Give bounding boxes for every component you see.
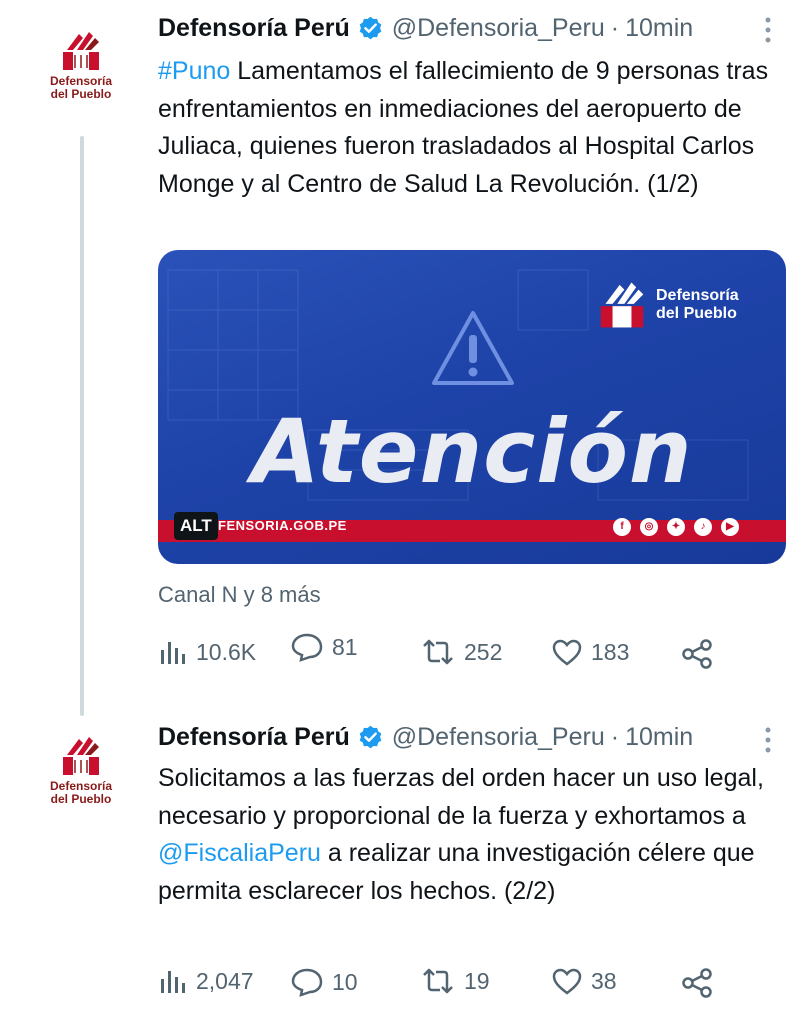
hashtag-link[interactable]: #Puno [158, 57, 230, 85]
tweet-text-part-1: Solicitamos a las fuerzas del orden hace… [158, 764, 764, 830]
heart-icon [552, 639, 582, 666]
tweet-header: Defensoría Perú @Defensoria_Peru · 10min [158, 14, 693, 43]
tweet-1[interactable]: Defensoría del Pueblo Defensoría Perú @D… [0, 0, 811, 716]
tweet-2[interactable]: Defensoría del Pueblo Defensoría Perú @D… [0, 705, 811, 1024]
twitter-icon: ✦ [667, 518, 685, 536]
reply-icon [291, 633, 323, 662]
share-icon [682, 968, 712, 998]
tweet-actions: 2,047 10 19 38 [158, 967, 718, 1007]
avatar-label: Defensoría del Pueblo [49, 74, 113, 101]
facebook-icon: f [613, 518, 631, 536]
views-icon [161, 971, 185, 993]
author-handle[interactable]: @Defensoria_Peru [392, 723, 605, 752]
more-options-icon[interactable] [762, 15, 774, 45]
retweet-button[interactable]: 252 [420, 638, 502, 666]
retweet-icon [423, 639, 453, 665]
tiktok-icon: ♪ [694, 518, 712, 536]
views-stat[interactable]: 2,047 [158, 967, 254, 995]
author-avatar[interactable]: Defensoría del Pueblo [40, 735, 122, 825]
tweet-text: Solicitamos a las fuerzas del orden hace… [158, 760, 798, 910]
image-logo-line-1: Defensoría [656, 287, 739, 304]
heart-icon [552, 968, 582, 995]
defensoria-logo-icon [63, 737, 99, 775]
like-button[interactable]: 38 [551, 967, 617, 995]
share-icon [682, 639, 712, 669]
tweet-text-body: Lamentamos el fallecimiento de 9 persona… [158, 57, 769, 198]
tweet-actions: 10.6K 81 252 183 [158, 634, 718, 678]
youtube-icon: ▶ [721, 518, 739, 536]
warning-triangle-icon [432, 311, 514, 385]
verified-badge-icon [359, 725, 382, 749]
author-avatar[interactable]: Defensoría del Pueblo [40, 30, 122, 120]
defensoria-logo-icon [63, 32, 99, 70]
like-button[interactable]: 183 [551, 638, 629, 666]
reply-button[interactable]: 10 [290, 967, 358, 997]
tweet-header: Defensoría Perú @Defensoria_Peru · 10min [158, 723, 693, 752]
like-count: 38 [591, 967, 617, 994]
views-icon [161, 642, 185, 664]
reply-count: 10 [332, 968, 358, 995]
author-handle[interactable]: @Defensoria_Peru [392, 14, 605, 43]
more-options-icon[interactable] [762, 725, 774, 755]
share-button[interactable] [680, 638, 722, 670]
author-name[interactable]: Defensoría Perú [158, 14, 350, 43]
image-social-icons: f ◎ ✦ ♪ ▶ [613, 518, 739, 536]
retweet-count: 252 [464, 638, 503, 665]
instagram-icon: ◎ [640, 518, 658, 536]
verified-badge-icon [359, 16, 382, 40]
reply-icon [291, 968, 323, 997]
image-website: FENSORIA.GOB.PE [218, 518, 347, 533]
defensoria-logo-icon [600, 282, 644, 328]
views-stat[interactable]: 10.6K [158, 638, 256, 666]
tweet-image[interactable]: Defensoría del Pueblo Atención FENSORIA.… [158, 250, 786, 564]
alt-text-badge[interactable]: ALT [174, 512, 218, 540]
timestamp[interactable]: 10min [625, 723, 693, 752]
tweet-text: #Puno Lamentamos el fallecimiento de 9 p… [158, 53, 798, 203]
reply-count: 81 [332, 633, 358, 660]
views-count: 2,047 [196, 967, 254, 994]
retweet-icon [423, 968, 453, 994]
timestamp[interactable]: 10min [625, 14, 693, 43]
image-headline: Atención [251, 400, 693, 503]
retweet-button[interactable]: 19 [420, 967, 490, 995]
avatar-label: Defensoría del Pueblo [49, 779, 113, 806]
separator-dot: · [610, 14, 620, 42]
image-logo: Defensoría del Pueblo [596, 280, 739, 330]
author-name[interactable]: Defensoría Perú [158, 723, 350, 752]
social-context[interactable]: Canal N y 8 más [158, 582, 321, 608]
like-count: 183 [591, 638, 630, 665]
image-logo-line-2: del Pueblo [656, 305, 737, 322]
separator-dot: · [610, 723, 620, 751]
reply-button[interactable]: 81 [290, 632, 358, 662]
views-count: 10.6K [196, 638, 257, 665]
thread-connector [80, 136, 84, 716]
retweet-count: 19 [464, 967, 490, 994]
mention-link[interactable]: @FiscaliaPeru [158, 839, 321, 867]
share-button[interactable] [680, 967, 722, 999]
